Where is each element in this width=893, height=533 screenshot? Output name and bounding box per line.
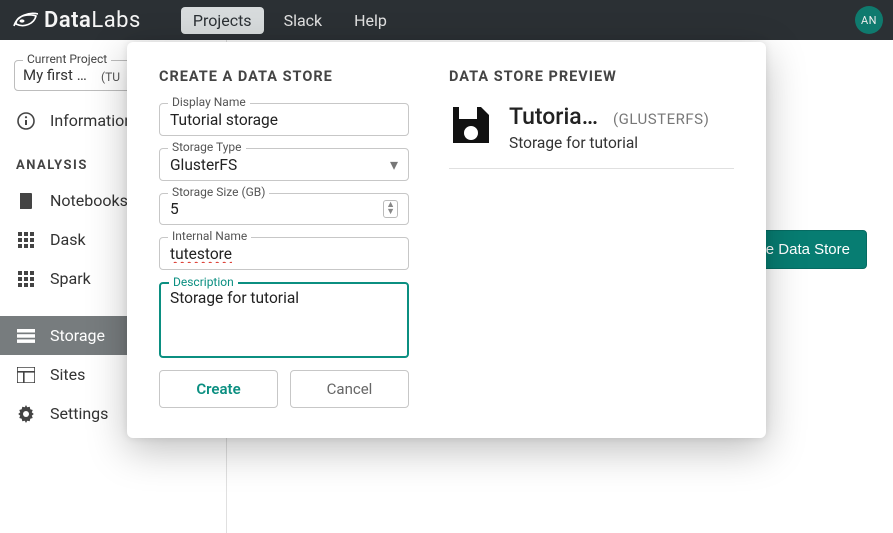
description-field[interactable]: Description — [159, 282, 409, 358]
display-name-field[interactable]: Display Name — [159, 103, 409, 136]
sidebar-item-label: Information — [50, 111, 133, 130]
modal-form: CREATE A DATA STORE Display Name Storage… — [159, 68, 409, 408]
grid-icon — [16, 271, 36, 287]
current-project-value: My first project — [23, 66, 93, 84]
book-icon — [16, 192, 36, 210]
brand-logo[interactable]: DataLabs — [10, 8, 141, 33]
user-avatar[interactable]: AN — [855, 6, 883, 34]
sidebar-item-label: Storage — [50, 326, 105, 345]
top-nav: Projects Slack Help — [181, 7, 399, 34]
chevron-down-icon: ▾ — [390, 155, 398, 174]
number-spinner-icon[interactable]: ▲▼ — [383, 200, 398, 218]
description-input[interactable] — [170, 289, 398, 347]
sidebar-item-label: Sites — [50, 365, 85, 384]
field-label: Storage Size (GB) — [168, 185, 269, 199]
preview-card: Tutorial storage (GLUSTERFS) Storage for… — [449, 103, 734, 169]
modal-button-row: Create Cancel — [159, 370, 409, 408]
preview-store-title: Tutorial storage — [509, 103, 599, 130]
sidebar-item-label: Spark — [50, 269, 91, 288]
current-project-label: Current Project — [23, 52, 111, 66]
top-bar: DataLabs Projects Slack Help AN — [0, 0, 893, 40]
modal-title: CREATE A DATA STORE — [159, 68, 409, 85]
storage-type-field[interactable]: Storage Type GlusterFS ▾ — [159, 148, 409, 181]
create-data-store-modal: CREATE A DATA STORE Display Name Storage… — [127, 42, 766, 438]
nav-projects[interactable]: Projects — [181, 7, 264, 34]
nav-help[interactable]: Help — [342, 7, 399, 34]
save-disk-icon — [449, 103, 493, 151]
preview-store-type: (GLUSTERFS) — [613, 110, 709, 128]
brand-thin: Labs — [91, 8, 141, 33]
storage-size-field[interactable]: Storage Size (GB) ▲▼ — [159, 193, 409, 225]
internal-name-field[interactable]: Internal Name — [159, 237, 409, 270]
storage-icon — [16, 329, 36, 343]
storage-type-value: GlusterFS — [170, 156, 390, 174]
leaf-icon — [12, 10, 38, 30]
field-label: Display Name — [168, 95, 250, 109]
sidebar-item-label: Notebooks — [50, 191, 128, 210]
modal-preview: DATA STORE PREVIEW Tutorial storage (GLU… — [449, 68, 734, 408]
cancel-button[interactable]: Cancel — [290, 370, 409, 408]
field-label: Description — [169, 275, 238, 289]
preview-title: DATA STORE PREVIEW — [449, 68, 734, 85]
sidebar-item-label: Dask — [50, 230, 86, 249]
storage-size-input[interactable] — [170, 200, 383, 218]
web-icon — [16, 367, 36, 383]
grid-icon — [16, 232, 36, 248]
field-label: Storage Type — [168, 140, 246, 154]
internal-name-input[interactable] — [170, 245, 398, 263]
create-button[interactable]: Create — [159, 370, 278, 408]
info-icon — [16, 112, 36, 130]
field-label: Internal Name — [168, 229, 251, 243]
preview-store-description: Storage for tutorial — [509, 134, 734, 152]
gear-icon — [16, 405, 36, 423]
nav-slack[interactable]: Slack — [272, 7, 335, 34]
current-project-suffix: (TU — [101, 70, 120, 84]
brand-bold: Data — [44, 8, 91, 33]
sidebar-item-label: Settings — [50, 404, 108, 423]
display-name-input[interactable] — [170, 111, 398, 129]
